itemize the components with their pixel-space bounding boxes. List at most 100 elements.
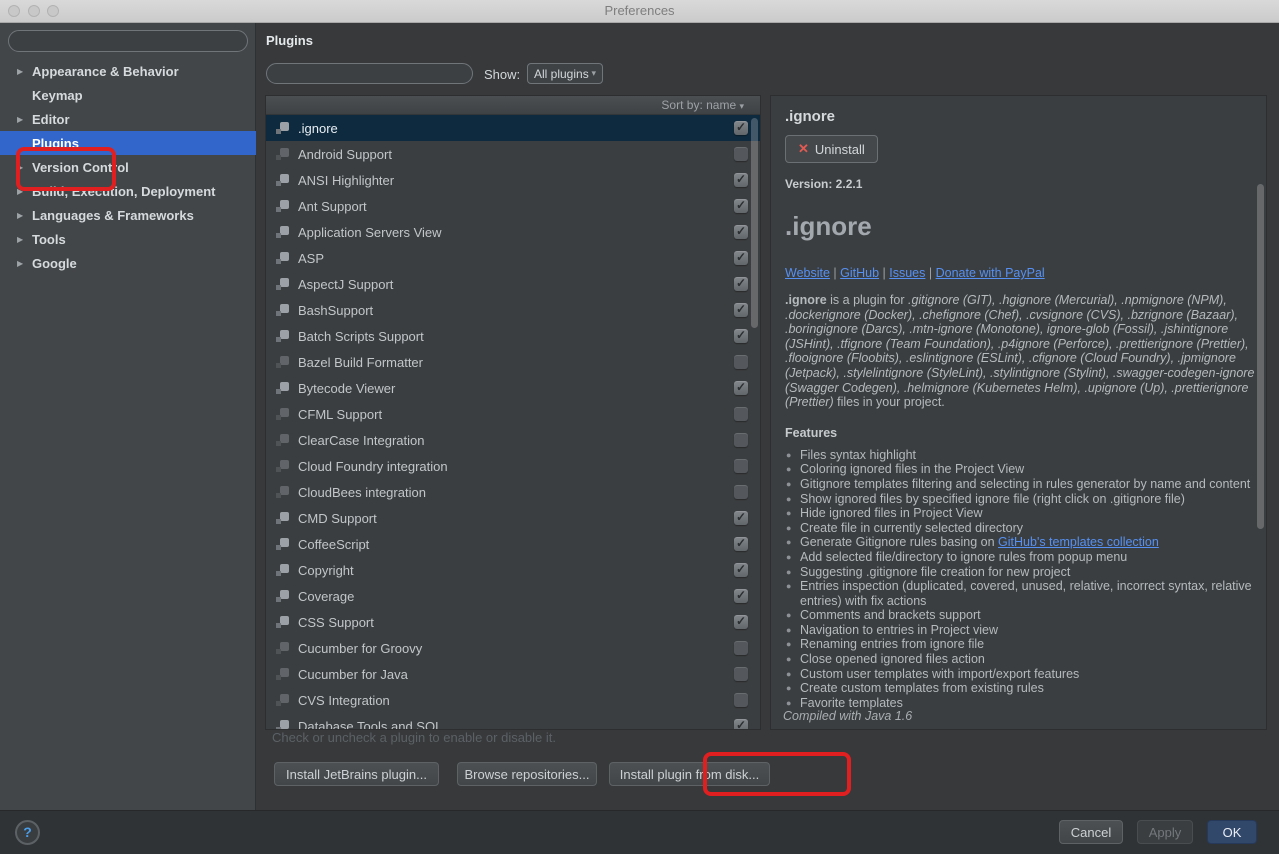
sidebar-item-label: Plugins xyxy=(32,136,79,151)
uninstall-button[interactable]: ✕ Uninstall xyxy=(785,135,878,163)
plugin-enabled-checkbox[interactable] xyxy=(734,719,748,730)
show-filter-combobox[interactable]: All plugins ▾ xyxy=(527,63,603,84)
plugin-row[interactable]: ClearCase Integration xyxy=(266,427,760,453)
plugin-link[interactable]: Donate with PayPal xyxy=(936,266,1045,280)
plugin-row[interactable]: CloudBees integration xyxy=(266,479,760,505)
plugin-row[interactable]: BashSupport xyxy=(266,297,760,323)
plugin-link[interactable]: Website xyxy=(785,266,830,280)
plugins-search-input[interactable] xyxy=(266,63,473,84)
plugin-enabled-checkbox[interactable] xyxy=(734,147,748,161)
bullet-icon: ● xyxy=(786,565,791,580)
plugin-row[interactable]: Coverage xyxy=(266,583,760,609)
plugin-enabled-checkbox[interactable] xyxy=(734,381,748,395)
expand-arrow-icon[interactable]: ▶ xyxy=(17,259,27,268)
plugin-row[interactable]: CMD Support xyxy=(266,505,760,531)
description-post: files in your project. xyxy=(834,395,945,409)
details-scrollbar[interactable] xyxy=(1257,184,1264,529)
plugin-enabled-checkbox[interactable] xyxy=(734,693,748,707)
plugin-row[interactable]: Copyright xyxy=(266,557,760,583)
plugin-row[interactable]: Batch Scripts Support xyxy=(266,323,760,349)
feature-item: ●Create custom templates from existing r… xyxy=(785,681,1255,696)
description-pre: is a plugin for xyxy=(827,293,908,307)
sidebar-item-keymap[interactable]: Keymap xyxy=(0,83,256,107)
plugin-enabled-checkbox[interactable] xyxy=(734,173,748,187)
sort-by-label: Sort by: name xyxy=(661,98,736,112)
plugin-list-scrollbar[interactable] xyxy=(751,118,758,328)
apply-button[interactable]: Apply xyxy=(1137,820,1193,844)
expand-arrow-icon[interactable]: ▶ xyxy=(17,187,27,196)
expand-arrow-icon[interactable]: ▶ xyxy=(17,211,27,220)
plugin-enabled-checkbox[interactable] xyxy=(734,459,748,473)
plugin-name: CoffeeScript xyxy=(298,537,369,552)
sidebar-item-plugins[interactable]: Plugins xyxy=(0,131,256,155)
window-title: Preferences xyxy=(604,3,674,18)
sidebar-item-label: Appearance & Behavior xyxy=(32,64,179,79)
plugin-row[interactable]: Database Tools and SQL xyxy=(266,713,760,730)
plugin-row[interactable]: Cucumber for Java xyxy=(266,661,760,687)
minimize-window-icon[interactable] xyxy=(28,5,40,17)
sidebar-item-appearance-behavior[interactable]: ▶ Appearance & Behavior xyxy=(0,59,256,83)
plugin-enabled-checkbox[interactable] xyxy=(734,121,748,135)
sidebar-item-build-execution-deployment[interactable]: ▶Build, Execution, Deployment xyxy=(0,179,256,203)
sidebar-item-languages-frameworks[interactable]: ▶Languages & Frameworks xyxy=(0,203,256,227)
plugin-row[interactable]: Bazel Build Formatter xyxy=(266,349,760,375)
expand-arrow-icon[interactable]: ▶ xyxy=(17,163,27,172)
plugin-row[interactable]: CVS Integration xyxy=(266,687,760,713)
plugin-enabled-checkbox[interactable] xyxy=(734,251,748,265)
cancel-button[interactable]: Cancel xyxy=(1059,820,1123,844)
plugin-enabled-checkbox[interactable] xyxy=(734,667,748,681)
plugin-row[interactable]: AspectJ Support xyxy=(266,271,760,297)
feature-item: ●Add selected file/directory to ignore r… xyxy=(785,550,1255,565)
expand-arrow-icon[interactable]: ▶ xyxy=(17,115,27,124)
sidebar-item-google[interactable]: ▶Google xyxy=(0,251,256,275)
plugin-enabled-checkbox[interactable] xyxy=(734,407,748,421)
plugin-enabled-checkbox[interactable] xyxy=(734,641,748,655)
plugin-enabled-checkbox[interactable] xyxy=(734,563,748,577)
plugin-row[interactable]: Android Support xyxy=(266,141,760,167)
plugin-row[interactable]: Bytecode Viewer xyxy=(266,375,760,401)
feature-item: ●Create file in currently selected direc… xyxy=(785,521,1255,536)
plugin-enabled-checkbox[interactable] xyxy=(734,511,748,525)
plugin-enabled-checkbox[interactable] xyxy=(734,537,748,551)
sidebar-item-tools[interactable]: ▶Tools xyxy=(0,227,256,251)
plugin-description: .ignore is a plugin for .gitignore (GIT)… xyxy=(785,293,1259,410)
plugin-enabled-checkbox[interactable] xyxy=(734,615,748,629)
plugin-enabled-checkbox[interactable] xyxy=(734,225,748,239)
plugin-enabled-checkbox[interactable] xyxy=(734,329,748,343)
plugin-row[interactable]: CSS Support xyxy=(266,609,760,635)
plugin-row[interactable]: ASP xyxy=(266,245,760,271)
plugin-row[interactable]: Cucumber for Groovy xyxy=(266,635,760,661)
plugin-enabled-checkbox[interactable] xyxy=(734,355,748,369)
install-plugin-from-disk-button[interactable]: Install plugin from disk... xyxy=(609,762,770,786)
settings-search-input[interactable] xyxy=(8,30,248,52)
plugin-link[interactable]: Issues xyxy=(889,266,925,280)
plugin-row[interactable]: Ant Support xyxy=(266,193,760,219)
feature-link[interactable]: GitHub's templates collection xyxy=(998,535,1159,549)
help-button[interactable]: ? xyxy=(15,820,40,845)
plugin-row[interactable]: .ignore xyxy=(266,115,760,141)
plugin-enabled-checkbox[interactable] xyxy=(734,199,748,213)
plugin-link[interactable]: GitHub xyxy=(840,266,879,280)
sort-by-header[interactable]: Sort by: name ▾ xyxy=(266,96,760,115)
plugin-icon xyxy=(276,329,290,343)
plugin-enabled-checkbox[interactable] xyxy=(734,303,748,317)
install-jetbrains-plugin-button[interactable]: Install JetBrains plugin... xyxy=(274,762,439,786)
zoom-window-icon[interactable] xyxy=(47,5,59,17)
sidebar-item-version-control[interactable]: ▶Version Control xyxy=(0,155,256,179)
plugin-enabled-checkbox[interactable] xyxy=(734,433,748,447)
plugin-row[interactable]: CoffeeScript xyxy=(266,531,760,557)
browse-repositories-button[interactable]: Browse repositories... xyxy=(457,762,597,786)
plugin-row[interactable]: Application Servers View xyxy=(266,219,760,245)
expand-arrow-icon[interactable]: ▶ xyxy=(17,67,27,76)
ok-button[interactable]: OK xyxy=(1207,820,1257,844)
plugin-row[interactable]: CFML Support xyxy=(266,401,760,427)
expand-arrow-icon[interactable]: ▶ xyxy=(17,235,27,244)
plugin-enabled-checkbox[interactable] xyxy=(734,277,748,291)
plugin-row[interactable]: ANSI Highlighter xyxy=(266,167,760,193)
close-window-icon[interactable] xyxy=(8,5,20,17)
plugin-enabled-checkbox[interactable] xyxy=(734,485,748,499)
plugin-list-hint: Check or uncheck a plugin to enable or d… xyxy=(272,730,556,745)
plugin-row[interactable]: Cloud Foundry integration xyxy=(266,453,760,479)
sidebar-item-editor[interactable]: ▶Editor xyxy=(0,107,256,131)
plugin-enabled-checkbox[interactable] xyxy=(734,589,748,603)
